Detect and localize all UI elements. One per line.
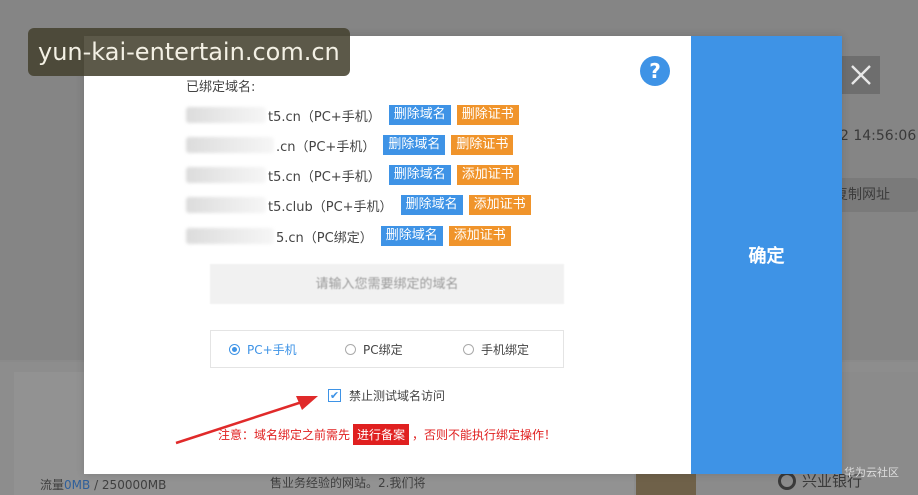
bind-mode-pc-mobile[interactable]: PC+手机 (229, 341, 297, 358)
radio-unselected-icon (463, 343, 474, 355)
disable-test-domain-option: ✔ 禁止测试域名访问 (328, 387, 445, 404)
domain-row: t5.cn（PC+手机） 删除域名 添加证书 (186, 164, 519, 186)
domain-row: 5.cn（PC绑定） 删除域名 添加证书 (186, 225, 511, 247)
bound-domains-label: 已绑定域名: (186, 80, 256, 95)
delete-domain-button[interactable]: 删除域名 (383, 135, 446, 155)
delete-domain-button[interactable]: 删除域名 (400, 195, 463, 215)
domain-name: 5.cn（PC绑定） (276, 230, 373, 246)
bind-domain-dialog: 已绑定域名: ? t5.cn（PC+手机） 删除域名 删除证书 .cn（PC+手… (84, 36, 842, 474)
domain-name: .cn（PC+手机） (276, 139, 376, 155)
redacted-domain-prefix (186, 197, 266, 213)
close-icon (851, 65, 871, 85)
delete-domain-button[interactable]: 删除域名 (388, 105, 451, 125)
disable-test-domain-checkbox[interactable]: ✔ (328, 389, 341, 402)
redacted-domain-prefix (186, 137, 274, 153)
bind-mode-pc[interactable]: PC绑定 (345, 341, 403, 358)
redacted-domain-prefix (186, 228, 274, 244)
delete-certificate-button[interactable]: 删除证书 (456, 105, 519, 125)
icp-filing-button[interactable]: 进行备案 (353, 424, 410, 445)
bank-logo-icon (778, 471, 796, 490)
delete-domain-button[interactable]: 删除域名 (380, 226, 443, 246)
bind-mode-group: PC+手机 PC绑定 手机绑定 (210, 330, 564, 368)
domain-name: t5.cn（PC+手机） (268, 169, 381, 185)
site-watermark: yun-kai-entertain.com.cn (28, 28, 350, 76)
help-icon[interactable]: ? (640, 56, 670, 86)
add-certificate-button[interactable]: 添加证书 (456, 165, 519, 185)
add-certificate-button[interactable]: 添加证书 (468, 195, 531, 215)
background-description: 售业务经验的网站。2.我们将 (270, 476, 426, 490)
domain-input[interactable] (210, 264, 564, 304)
add-certificate-button[interactable]: 添加证书 (448, 226, 511, 246)
domain-name: t5.club（PC+手机） (268, 199, 393, 215)
domain-row: t5.club（PC+手机） 删除域名 添加证书 (186, 194, 531, 216)
corner-watermark: 华为云社区 (844, 466, 899, 479)
redacted-domain-prefix (186, 107, 266, 123)
domain-name: t5.cn（PC+手机） (268, 109, 381, 125)
radio-selected-icon (229, 343, 240, 355)
domain-row: t5.cn（PC+手机） 删除域名 删除证书 (186, 104, 519, 126)
bind-mode-mobile[interactable]: 手机绑定 (463, 341, 529, 358)
domain-row: .cn（PC+手机） 删除域名 删除证书 (186, 134, 514, 156)
confirm-button[interactable]: 确定 (691, 36, 842, 474)
close-button[interactable] (842, 56, 880, 94)
delete-certificate-button[interactable]: 删除证书 (451, 135, 514, 155)
background-timestamp: 2 14:56:06 (840, 128, 917, 144)
traffic-usage: 流量0MB / 250000MB (40, 478, 167, 492)
disable-test-domain-label: 禁止测试域名访问 (349, 389, 446, 403)
radio-unselected-icon (345, 343, 356, 355)
delete-domain-button[interactable]: 删除域名 (388, 165, 451, 185)
icp-notice: 注意：域名绑定之前需先 进行备案 ，否则不能执行绑定操作！ (218, 424, 556, 445)
redacted-domain-prefix (186, 167, 266, 183)
